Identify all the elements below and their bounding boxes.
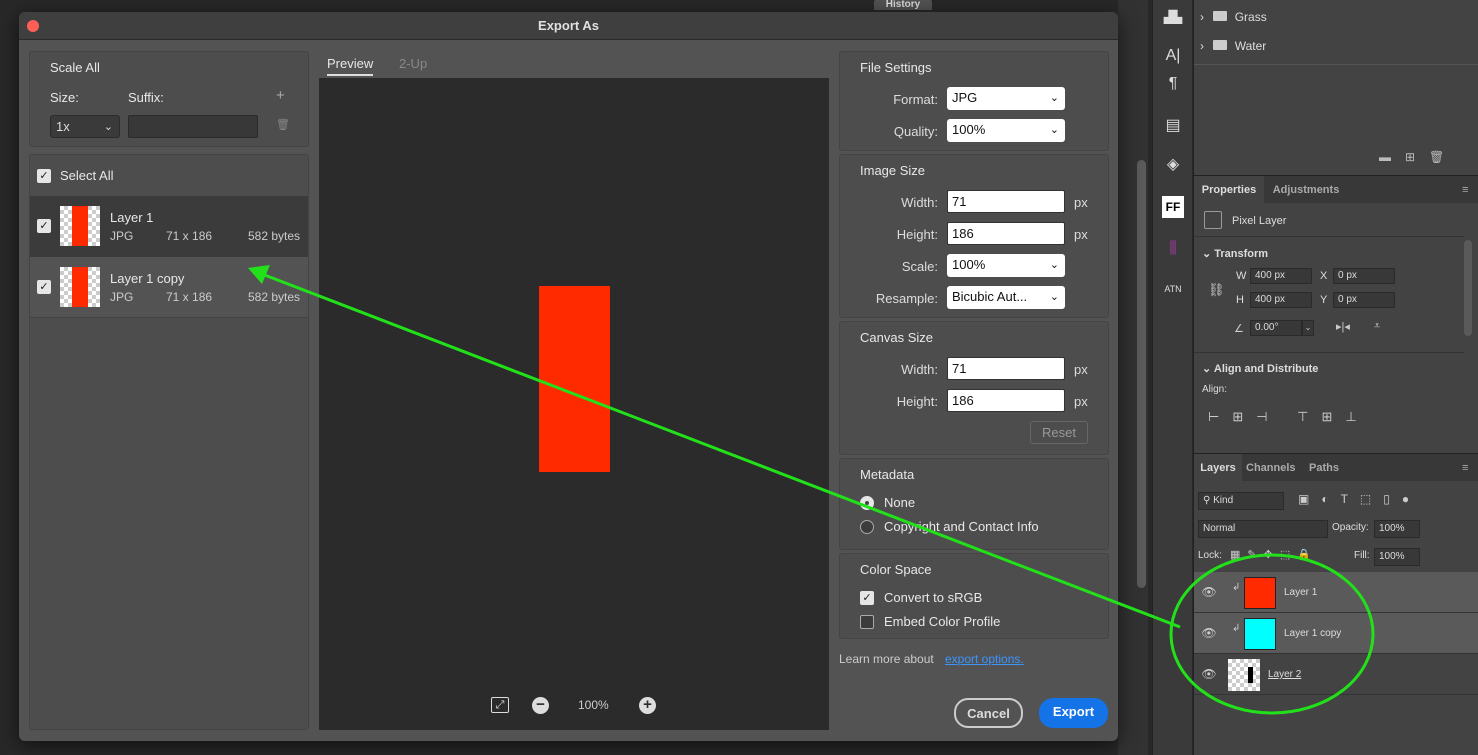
annotation-arrow-line <box>261 272 1181 629</box>
annotation-overlay <box>248 265 1375 715</box>
annotation-circle <box>1169 553 1375 715</box>
